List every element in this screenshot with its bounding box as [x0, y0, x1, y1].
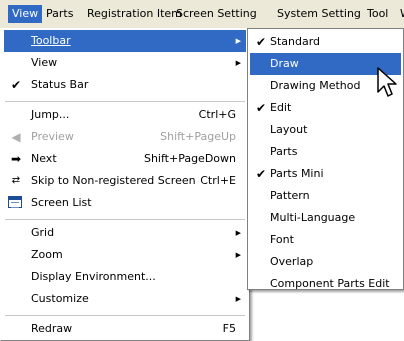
submenu-item-label: Drawing Method	[270, 79, 361, 92]
submenu-item-label: Component Parts Edit	[270, 277, 390, 290]
submenu-item-layout[interactable]: Layout	[250, 119, 401, 141]
submenu-item-label: Parts	[270, 145, 298, 158]
check-icon: ✔	[255, 35, 267, 49]
menu-view[interactable]: View	[8, 5, 43, 23]
menu-item-shortcut: Ctrl+G	[198, 108, 236, 121]
menu-item-label: Grid	[31, 226, 55, 239]
menu-item-jump[interactable]: Jump... Ctrl+G	[4, 104, 246, 126]
menu-separator	[5, 315, 245, 316]
submenu-item-standard[interactable]: ✔ Standard	[250, 31, 401, 53]
skip-icon: ⇄	[11, 175, 21, 186]
menu-bar: View Parts Registration Item Screen Sett…	[0, 0, 404, 29]
menu-item-label: Preview	[31, 130, 74, 143]
menu-item-next[interactable]: ➡ Next Shift+PageDown	[4, 148, 246, 170]
menu-item-display-environment[interactable]: Display Environment...	[4, 266, 246, 288]
check-icon: ✔	[255, 101, 267, 115]
menu-item-label: Zoom	[31, 248, 63, 261]
menu-item-screen-list[interactable]: Screen List	[4, 192, 246, 214]
menu-item-shortcut: Shift+PageUp	[160, 130, 236, 143]
menu-item-shortcut: Shift+PageDown	[143, 152, 236, 165]
submenu-arrow-icon: ▶	[235, 37, 241, 45]
menu-item-label: Jump...	[31, 108, 70, 121]
submenu-item-label: Parts Mini	[270, 167, 324, 180]
submenu-item-label: Font	[270, 233, 294, 246]
view-menu: Toolbar ▶ View ▶ ✔ Status Bar Jump... Ct…	[0, 28, 250, 341]
submenu-item-parts[interactable]: Parts	[250, 141, 401, 163]
submenu-arrow-icon: ▶	[235, 59, 241, 67]
menu-item-grid[interactable]: Grid ▶	[4, 222, 246, 244]
menu-item-skip-non-registered[interactable]: ⇄ Skip to Non-registered Screen Ctrl+E	[4, 170, 246, 192]
menu-separator	[5, 101, 245, 102]
menu-item-status-bar[interactable]: ✔ Status Bar	[4, 74, 246, 96]
submenu-item-multi-language[interactable]: Multi-Language	[250, 207, 401, 229]
menu-item-label: Screen List	[31, 196, 92, 209]
menu-item-shortcut: Ctrl+E	[200, 174, 236, 187]
submenu-item-label: Multi-Language	[270, 211, 356, 224]
menu-window[interactable]: W	[396, 5, 404, 23]
menu-parts[interactable]: Parts	[42, 5, 77, 23]
submenu-item-pattern[interactable]: Pattern	[250, 185, 401, 207]
arrow-right-icon: ➡	[10, 152, 22, 166]
menu-separator	[5, 219, 245, 220]
menu-item-shortcut: F5	[222, 322, 236, 335]
arrow-left-icon: ◀	[11, 130, 21, 144]
submenu-item-label: Edit	[270, 101, 292, 114]
menu-item-label: Status Bar	[31, 78, 89, 91]
submenu-item-label: Pattern	[270, 189, 310, 202]
submenu-arrow-icon: ▶	[235, 229, 241, 237]
submenu-item-label: Draw	[270, 57, 299, 70]
check-icon: ✔	[10, 78, 22, 92]
menu-item-view[interactable]: View ▶	[4, 52, 246, 74]
submenu-item-component-parts-edit[interactable]: Component Parts Edit	[250, 273, 401, 295]
menu-item-label: View	[31, 56, 58, 69]
menu-item-customize[interactable]: Customize ▶	[4, 288, 246, 310]
menu-tool[interactable]: Tool	[363, 5, 392, 23]
submenu-item-font[interactable]: Font	[250, 229, 401, 251]
menu-screen-setting[interactable]: Screen Setting	[172, 5, 261, 23]
menu-system-setting[interactable]: System Setting	[273, 5, 365, 23]
menu-item-label: Customize	[31, 292, 89, 305]
submenu-item-overlap[interactable]: Overlap	[250, 251, 401, 273]
mouse-cursor-icon	[377, 67, 397, 97]
menu-item-label: Skip to Non-registered Screen	[31, 174, 196, 187]
submenu-arrow-icon: ▶	[235, 251, 241, 259]
submenu-item-label: Overlap	[270, 255, 314, 268]
screen-list-icon	[8, 196, 22, 208]
menu-item-preview[interactable]: ◀ Preview Shift+PageUp	[4, 126, 246, 148]
submenu-item-label: Layout	[270, 123, 308, 136]
menu-item-label: Next	[31, 152, 57, 165]
menu-item-redraw[interactable]: Redraw F5	[4, 318, 246, 340]
menu-item-toolbar[interactable]: Toolbar ▶	[4, 30, 246, 52]
check-icon: ✔	[255, 167, 267, 181]
menu-item-label: Redraw	[31, 322, 73, 335]
submenu-item-label: Standard	[270, 35, 321, 48]
menu-registration-item[interactable]: Registration Item	[83, 5, 186, 23]
menu-item-label: Display Environment...	[31, 270, 156, 283]
submenu-arrow-icon: ▶	[235, 295, 241, 303]
menu-item-label: Toolbar	[31, 34, 71, 47]
menu-item-zoom[interactable]: Zoom ▶	[4, 244, 246, 266]
submenu-item-parts-mini[interactable]: ✔ Parts Mini	[250, 163, 401, 185]
